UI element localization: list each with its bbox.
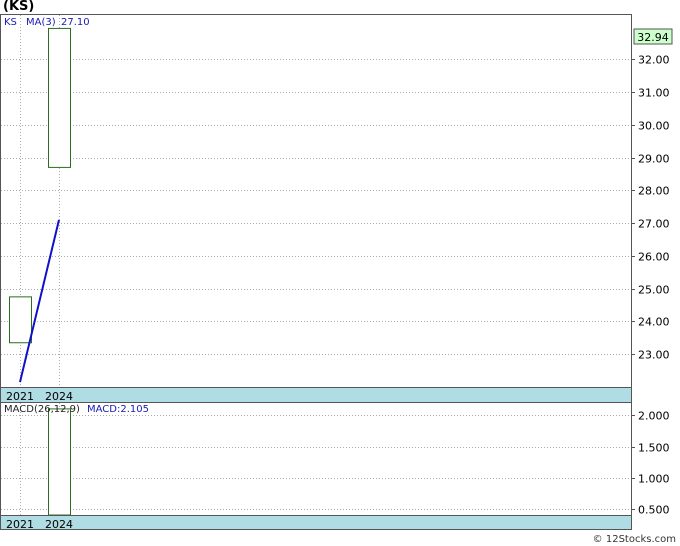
y-tick-label: 27.00 bbox=[638, 218, 670, 231]
y-tick-label: 23.00 bbox=[638, 349, 670, 362]
macd-legend-value: MACD:2.105 bbox=[87, 404, 149, 415]
legend-ma-label: MA(3) bbox=[26, 17, 56, 28]
last-price-value: 32.94 bbox=[637, 31, 669, 44]
x-tick-label: 2021 bbox=[6, 390, 34, 403]
macd-bars bbox=[48, 408, 71, 516]
y-tick-label: 30.00 bbox=[638, 120, 670, 133]
last-price-badge: 32.94 bbox=[633, 28, 673, 45]
chart-title: (KS) bbox=[3, 0, 35, 14]
price-y-axis: 23.00 24.00 25.00 26.00 27.00 28.00 29.00 30.00… bbox=[631, 54, 670, 362]
y-tick-label: 1.000 bbox=[638, 473, 670, 486]
price-x-axis-band bbox=[0, 387, 632, 403]
legend-symbol: KS bbox=[4, 17, 17, 28]
macd-bar bbox=[48, 408, 71, 516]
y-tick-label: 0.500 bbox=[638, 504, 670, 517]
macd-legend-label: MACD(26,12,9) bbox=[4, 404, 80, 415]
macd-x-axis-band bbox=[0, 515, 632, 530]
y-tick-label: 26.00 bbox=[638, 251, 670, 264]
legend-ma-value: 27.10 bbox=[61, 17, 90, 28]
y-tick-label: 32.00 bbox=[638, 54, 670, 67]
macd-plot-area bbox=[0, 402, 632, 516]
y-tick-label: 31.00 bbox=[638, 87, 670, 100]
price-plot-area bbox=[0, 14, 632, 388]
y-tick-label: 2.000 bbox=[638, 410, 670, 423]
price-panel: 23.00 24.00 25.00 26.00 27.00 28.00 29.00 30.00… bbox=[0, 14, 673, 403]
candle-body bbox=[48, 27, 71, 168]
macd-y-axis: 0.500 1.000 1.500 2.000 bbox=[631, 410, 670, 517]
y-tick-label: 24.00 bbox=[638, 316, 670, 329]
macd-panel: 0.500 1.000 1.500 2.000 2021 2024 MACD(26,12… bbox=[0, 402, 670, 531]
site-credit: © 12Stocks.com bbox=[592, 534, 676, 545]
y-tick-label: 1.500 bbox=[638, 442, 670, 455]
x-tick-label: 2021 bbox=[6, 518, 34, 531]
candle-body bbox=[9, 296, 32, 344]
y-tick-label: 29.00 bbox=[638, 153, 670, 166]
x-tick-label: 2024 bbox=[45, 518, 73, 531]
y-tick-label: 25.00 bbox=[638, 284, 670, 297]
x-tick-label: 2024 bbox=[45, 390, 73, 403]
y-tick-label: 28.00 bbox=[638, 185, 670, 198]
stock-chart: 23.00 24.00 25.00 26.00 27.00 28.00 29.00 30.00… bbox=[0, 14, 673, 531]
